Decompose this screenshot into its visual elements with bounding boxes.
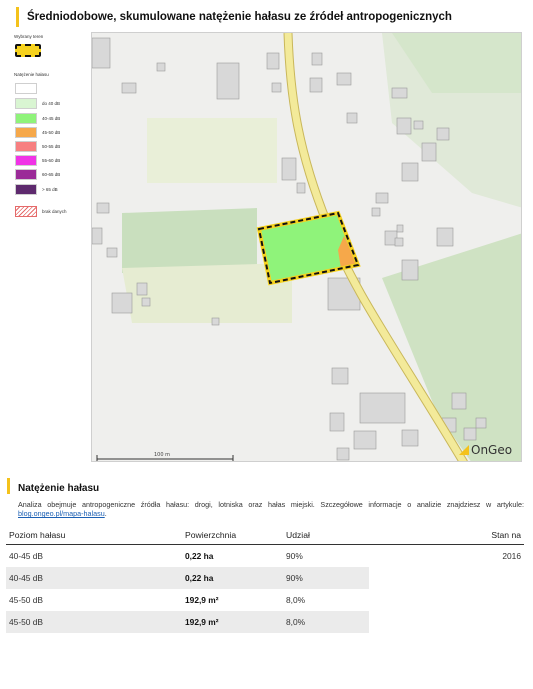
description-text: Analiza obejmuje antropogeniczne źródła … (18, 500, 524, 509)
section-description: Analiza obejmuje antropogeniczne źródła … (18, 500, 524, 518)
page-title: Średniodobowe, skumulowane natężenie hał… (27, 11, 452, 23)
legend-swatch (15, 127, 37, 138)
legend-label: brak danych (42, 209, 67, 214)
cell-share: 8,0% (283, 611, 369, 633)
cell-date (369, 567, 524, 589)
cell-date: 2016 (502, 551, 521, 561)
legend-item: > 65 dB (15, 184, 85, 195)
section-heading: Natężenie hałasu (18, 483, 100, 494)
legend-label: > 65 dB (42, 187, 58, 192)
legend-swatch (15, 98, 37, 109)
section-heading-bar: Natężenie hałasu (7, 478, 99, 494)
page-title-bar: Średniodobowe, skumulowane natężenie hał… (16, 7, 527, 27)
forest-area (122, 208, 257, 273)
legend-item: 40-45 dB (15, 113, 85, 124)
legend-swatch-no-data (15, 206, 37, 217)
legend-item: 45-50 dB (15, 127, 85, 138)
legend-swatch (15, 141, 37, 152)
table-row: 45-50 dB 192,9 m² 8,0% (6, 611, 524, 633)
noise-map[interactable]: 100 m (91, 32, 522, 462)
cell-level: 40-45 dB (9, 551, 43, 561)
noise-heading: Natężenie hałasu (14, 72, 49, 77)
table-header-row: Poziom hałasu Powierzchnia Udział Stan n… (6, 527, 524, 545)
field-area (147, 118, 277, 183)
legend-label: 55-60 dB (42, 158, 61, 163)
cell-share: 90% (286, 551, 303, 561)
cell-area: 192,9 m² (182, 611, 283, 633)
legend-label: 60-65 dB (42, 172, 61, 177)
column-header-date: Stan na (369, 527, 524, 545)
column-header-share: Udział (283, 527, 369, 545)
cell-area: 192,9 m² (185, 595, 219, 605)
table-row: 45-50 dB 192,9 m² 8,0% (6, 589, 524, 611)
legend-swatch (15, 184, 37, 195)
map-canvas: 100 m (92, 33, 521, 461)
legend-label: 40-45 dB (42, 116, 61, 121)
cell-area: 0,22 ha (182, 567, 283, 589)
table-row: 40-45 dB 0,22 ha 90% 2016 (6, 545, 524, 568)
cell-date (369, 611, 524, 633)
table-row: 40-45 dB 0,22 ha 90% (6, 567, 524, 589)
selected-area-swatch (15, 44, 41, 57)
ongeo-logo: OnGeo (459, 441, 521, 459)
legend-swatch (15, 155, 37, 166)
column-header-area: Powierzchnia (182, 527, 283, 545)
description-suffix: . (104, 509, 107, 518)
article-link[interactable]: blog.ongeo.pl/mapa-halasu (18, 509, 105, 518)
cell-area: 0,22 ha (185, 551, 214, 561)
cell-level: 45-50 dB (9, 595, 43, 605)
selected-area-label: Wybrany teren (14, 34, 44, 39)
legend-item: brak danych (15, 206, 85, 217)
ongeo-logo-icon (459, 445, 469, 455)
legend-label: 50-55 dB (42, 144, 61, 149)
scale-label: 100 m (154, 452, 170, 458)
results-table: Poziom hałasu Powierzchnia Udział Stan n… (6, 527, 524, 633)
legend-swatch (15, 113, 37, 124)
legend-item: 60-65 dB (15, 169, 85, 180)
cell-level: 40-45 dB (6, 567, 182, 589)
cell-share: 8,0% (286, 595, 306, 605)
legend-label: do 40 dB (42, 101, 61, 106)
legend-item: 50-55 dB (15, 141, 85, 152)
cell-level: 45-50 dB (6, 611, 182, 633)
ongeo-logo-text: OnGeo (471, 443, 513, 457)
cell-date (369, 589, 524, 611)
legend-swatch (15, 83, 37, 94)
legend-label: 45-50 dB (42, 130, 61, 135)
cell-share: 90% (283, 567, 369, 589)
legend-item: 55-60 dB (15, 155, 85, 166)
legend-item (15, 83, 85, 94)
legend-item: do 40 dB (15, 98, 85, 109)
column-header-level: Poziom hałasu (6, 527, 182, 545)
legend-swatch (15, 169, 37, 180)
